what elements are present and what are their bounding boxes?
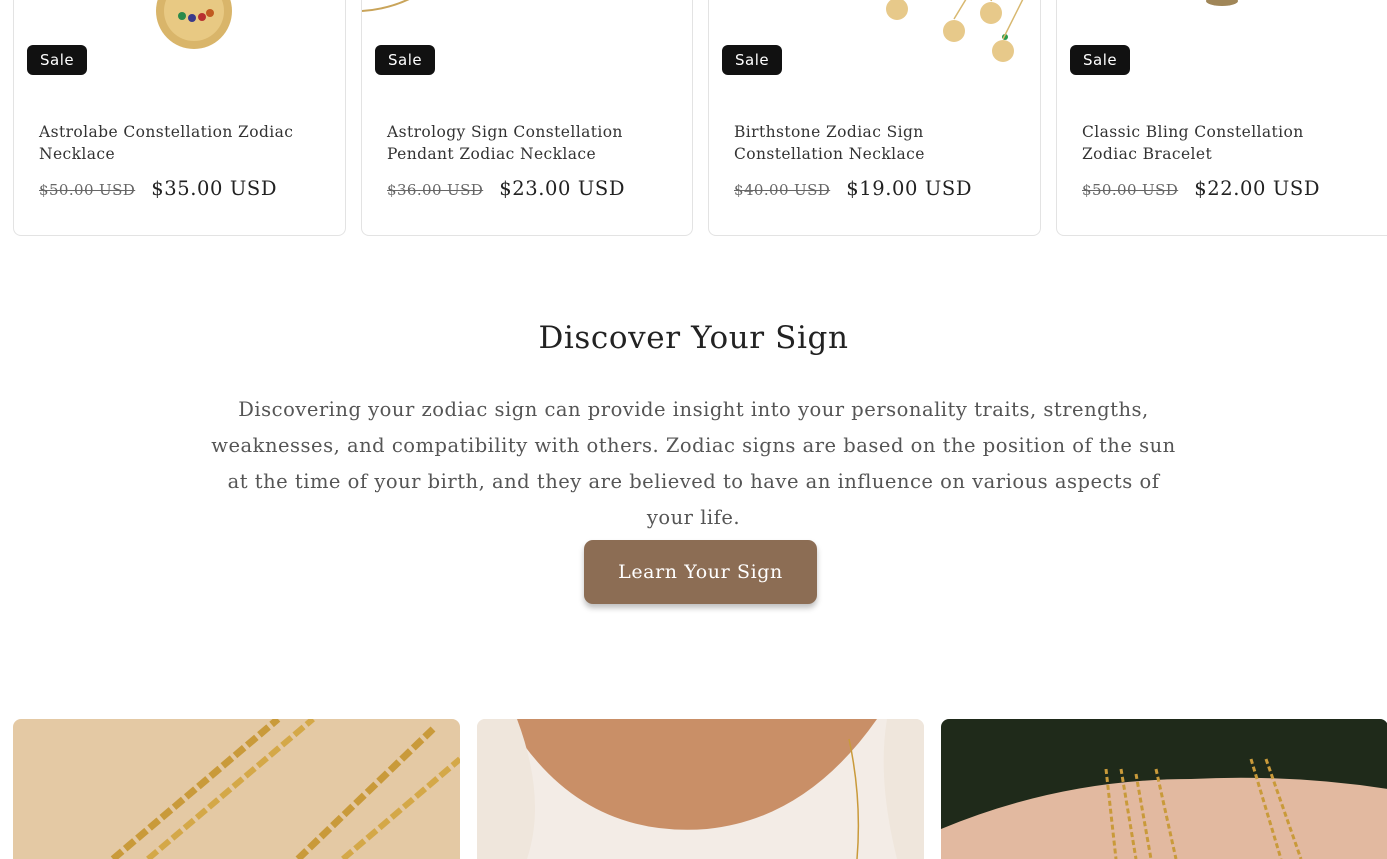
product-prices: $40.00 USD $19.00 USD [734,177,972,200]
section-heading: Discover Your Sign [538,320,849,356]
sale-badge: Sale [1070,45,1131,75]
necklace-on-neck-image [477,719,924,859]
sale-badge: Sale [375,45,436,75]
product-prices: $50.00 USD $35.00 USD [39,177,277,200]
collection-image-tile[interactable] [477,719,924,859]
product-grid: Sale Astrolabe Constellation Zodiac Neck… [0,0,1387,240]
discover-section: Discover Your Sign Discovering your zodi… [0,320,1387,536]
original-price: $36.00 USD [387,181,484,199]
sale-badge: Sale [722,45,783,75]
original-price: $40.00 USD [734,181,831,199]
collection-image-tile[interactable] [941,719,1387,859]
learn-your-sign-button[interactable]: Learn Your Sign [584,540,817,604]
product-card[interactable]: Sale Astrology Sign Constellation Pendan… [361,0,693,236]
product-title[interactable]: Classic Bling Constellation Zodiac Brace… [1082,121,1362,165]
sale-badge: Sale [27,45,88,75]
original-price: $50.00 USD [39,181,136,199]
sale-price: $23.00 USD [499,177,626,200]
section-description: Discovering your zodiac sign can provide… [211,398,1176,529]
product-title[interactable]: Astrolabe Constellation Zodiac Necklace [39,121,319,165]
collection-image-tile[interactable] [13,719,460,859]
product-card[interactable]: Sale Classic Bling Constellation Zodiac … [1056,0,1387,236]
product-title[interactable]: Birthstone Zodiac Sign Constellation Nec… [734,121,1014,165]
product-card[interactable]: Sale Birthstone Zodiac Sign Constellatio… [708,0,1041,236]
sale-price: $35.00 USD [151,177,278,200]
product-title[interactable]: Astrology Sign Constellation Pendant Zod… [387,121,667,165]
sale-price: $19.00 USD [846,177,973,200]
chains-in-hand-image [941,719,1387,859]
product-card[interactable]: Sale Astrolabe Constellation Zodiac Neck… [13,0,346,236]
gold-chain-on-sand-image [13,719,460,859]
original-price: $50.00 USD [1082,181,1179,199]
product-prices: $36.00 USD $23.00 USD [387,177,625,200]
product-prices: $50.00 USD $22.00 USD [1082,177,1320,200]
sale-price: $22.00 USD [1194,177,1321,200]
